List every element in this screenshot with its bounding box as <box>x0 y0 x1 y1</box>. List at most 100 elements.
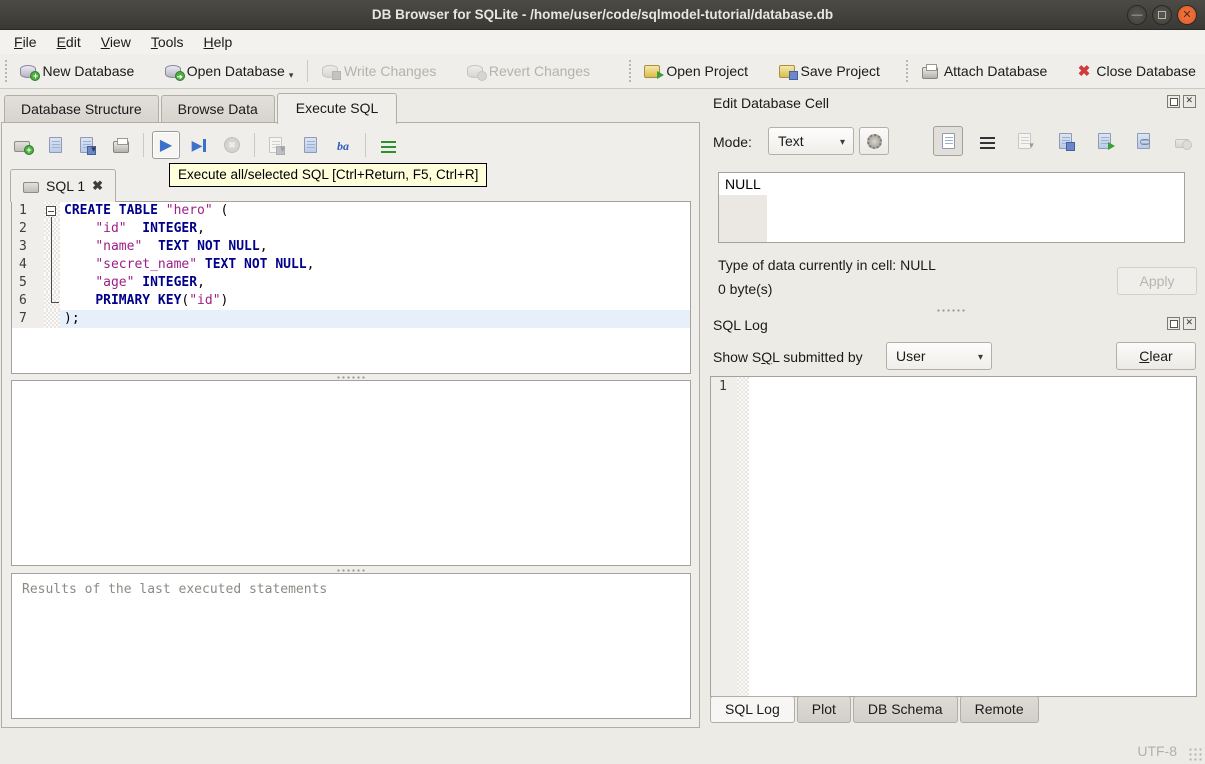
tab-browse-data[interactable]: Browse Data <box>160 95 275 123</box>
new-database-button[interactable]: New Database <box>11 58 143 84</box>
close-database-button[interactable]: Close Database <box>1069 57 1205 85</box>
save-sql-file-icon[interactable]: ▾ <box>74 131 102 159</box>
copy-link-icon[interactable] <box>1128 126 1158 156</box>
export-results-icon: ▾ <box>263 131 291 159</box>
chevron-down-icon: ▾ <box>977 352 983 363</box>
open-database-button[interactable]: Open Database ▾ <box>156 58 303 84</box>
tab-db-schema[interactable]: DB Schema <box>852 696 958 723</box>
log-line-number: 1 <box>711 377 737 696</box>
log-filter-combobox[interactable]: User ▾ <box>886 342 992 370</box>
mode-value: Text <box>778 133 804 149</box>
cell-value-editor[interactable]: NULL <box>718 172 1185 243</box>
fold-margin <box>44 310 60 328</box>
text-mode-icon[interactable] <box>933 126 963 156</box>
log-filter-label: Show SQL submitted by <box>713 349 863 365</box>
encoding-indicator: UTF-8 <box>1137 743 1177 759</box>
results-messages-pane[interactable]: Results of the last executed statements <box>11 573 691 719</box>
float-panel-icon[interactable] <box>1167 95 1180 108</box>
tab-remote[interactable]: Remote <box>959 696 1039 723</box>
fold-margin <box>44 256 60 274</box>
attach-database-label: Attach Database <box>943 63 1048 79</box>
editor-line[interactable]: 3 "name" TEXT NOT NULL, <box>12 238 690 256</box>
sql-tab-icon <box>23 181 39 193</box>
format-sql-icon[interactable] <box>374 131 402 159</box>
line-number: 1 <box>12 202 44 220</box>
toolbar-drag-handle[interactable] <box>905 59 909 83</box>
line-number: 2 <box>12 220 44 238</box>
fold-margin <box>44 238 60 256</box>
execute-line-icon[interactable] <box>185 131 213 159</box>
execute-sql-panel: ▾ ▾ SQL 1 ✖ 1CREATE TABLE <box>1 122 700 728</box>
float-panel-icon[interactable] <box>1167 317 1180 330</box>
editor-line[interactable]: 2 "id" INTEGER, <box>12 220 690 238</box>
find-in-sql-icon[interactable] <box>296 131 324 159</box>
sql-log-view[interactable]: 1 <box>710 376 1197 697</box>
editor-line[interactable]: 1 CREATE TABLE "hero" ( <box>12 202 690 220</box>
close-database-label: Close Database <box>1096 63 1196 79</box>
open-database-dropdown-icon[interactable]: ▾ <box>289 70 294 81</box>
print-icon[interactable] <box>107 131 135 159</box>
open-sql-file-icon[interactable] <box>41 131 69 159</box>
execute-all-icon[interactable] <box>152 131 180 159</box>
status-bar: UTF-8 <box>0 735 1205 764</box>
minimize-button[interactable]: — <box>1127 5 1147 25</box>
line-number: 3 <box>12 238 44 256</box>
sql-code-editor[interactable]: 1 CREATE TABLE "hero" (2 "id" INTEGER, 3 "… <box>11 201 691 374</box>
new-sql-tab-icon[interactable] <box>8 131 36 159</box>
menu-view[interactable]: View <box>91 32 141 52</box>
fold-collapse-icon[interactable] <box>44 202 60 220</box>
editor-line[interactable]: 7); <box>12 310 690 328</box>
save-data-icon[interactable] <box>1050 126 1080 156</box>
mode-combobox[interactable]: Text ▾ <box>768 127 854 155</box>
toolbar-drag-handle[interactable] <box>627 59 632 83</box>
editor-line[interactable]: 5 "age" INTEGER, <box>12 274 690 292</box>
menu-tools[interactable]: Tools <box>141 32 194 52</box>
revert-changes-label: Revert Changes <box>488 63 590 79</box>
close-panel-icon[interactable] <box>1183 317 1196 330</box>
tab-plot[interactable]: Plot <box>796 696 851 723</box>
open-project-button[interactable]: Open Project <box>635 58 757 84</box>
database-new-icon <box>20 64 41 81</box>
auto-complete-icon[interactable] <box>329 131 357 159</box>
gear-icon <box>866 133 882 149</box>
save-project-button[interactable]: Save Project <box>770 58 889 84</box>
cell-log-splitter[interactable] <box>703 307 1198 313</box>
project-save-icon <box>778 64 798 80</box>
tab-execute-sql[interactable]: Execute SQL <box>276 93 398 124</box>
close-panel-icon[interactable] <box>1183 95 1196 108</box>
log-filter-value: User <box>896 348 926 364</box>
editor-line[interactable]: 4 "secret_name" TEXT NOT NULL, <box>12 256 690 274</box>
log-fold-margin <box>737 377 749 696</box>
open-external-icon[interactable] <box>1089 126 1119 156</box>
tab-database-structure[interactable]: Database Structure <box>4 95 159 123</box>
close-button[interactable]: ✕ <box>1177 5 1197 25</box>
menu-help[interactable]: Help <box>194 32 243 52</box>
save-project-label: Save Project <box>800 63 880 79</box>
auto-switch-mode-button[interactable] <box>859 127 889 155</box>
open-database-label: Open Database <box>186 63 285 79</box>
menu-file[interactable]: File <box>4 32 47 52</box>
sql-file-tab[interactable]: SQL 1 ✖ <box>10 169 117 202</box>
code-text: "age" INTEGER, <box>95 275 205 290</box>
menu-edit[interactable]: Edit <box>47 32 91 52</box>
bottom-tab-bar: SQL Log Plot DB Schema Remote <box>710 696 1039 723</box>
results-grid-pane[interactable] <box>11 380 691 566</box>
maximize-button[interactable] <box>1152 5 1172 25</box>
clear-log-button[interactable]: Clear <box>1116 342 1196 370</box>
results-placeholder: Results of the last executed statements <box>22 582 328 597</box>
edit-cell-title: Edit Database Cell <box>713 95 829 111</box>
line-number: 4 <box>12 256 44 274</box>
sql-tab-label: SQL 1 <box>46 178 86 194</box>
attach-database-button[interactable]: Attach Database <box>913 58 1057 84</box>
right-dock: Edit Database Cell Mode: Text ▾ ▾ NULL <box>697 89 1198 735</box>
sql-tab-close-icon[interactable]: ✖ <box>92 178 103 194</box>
tab-sql-log[interactable]: SQL Log <box>710 696 795 723</box>
word-wrap-icon[interactable] <box>972 126 1002 156</box>
editor-line[interactable]: 6 PRIMARY KEY("id") <box>12 292 690 310</box>
write-changes-label: Write Changes <box>344 63 437 79</box>
code-text: "id" INTEGER, <box>95 221 205 236</box>
resize-grip[interactable] <box>1188 747 1202 761</box>
toolbar-drag-handle[interactable] <box>4 59 8 83</box>
title-bar[interactable]: DB Browser for SQLite - /home/user/code/… <box>0 0 1205 30</box>
execute-tooltip: Execute all/selected SQL [Ctrl+Return, F… <box>169 163 488 187</box>
